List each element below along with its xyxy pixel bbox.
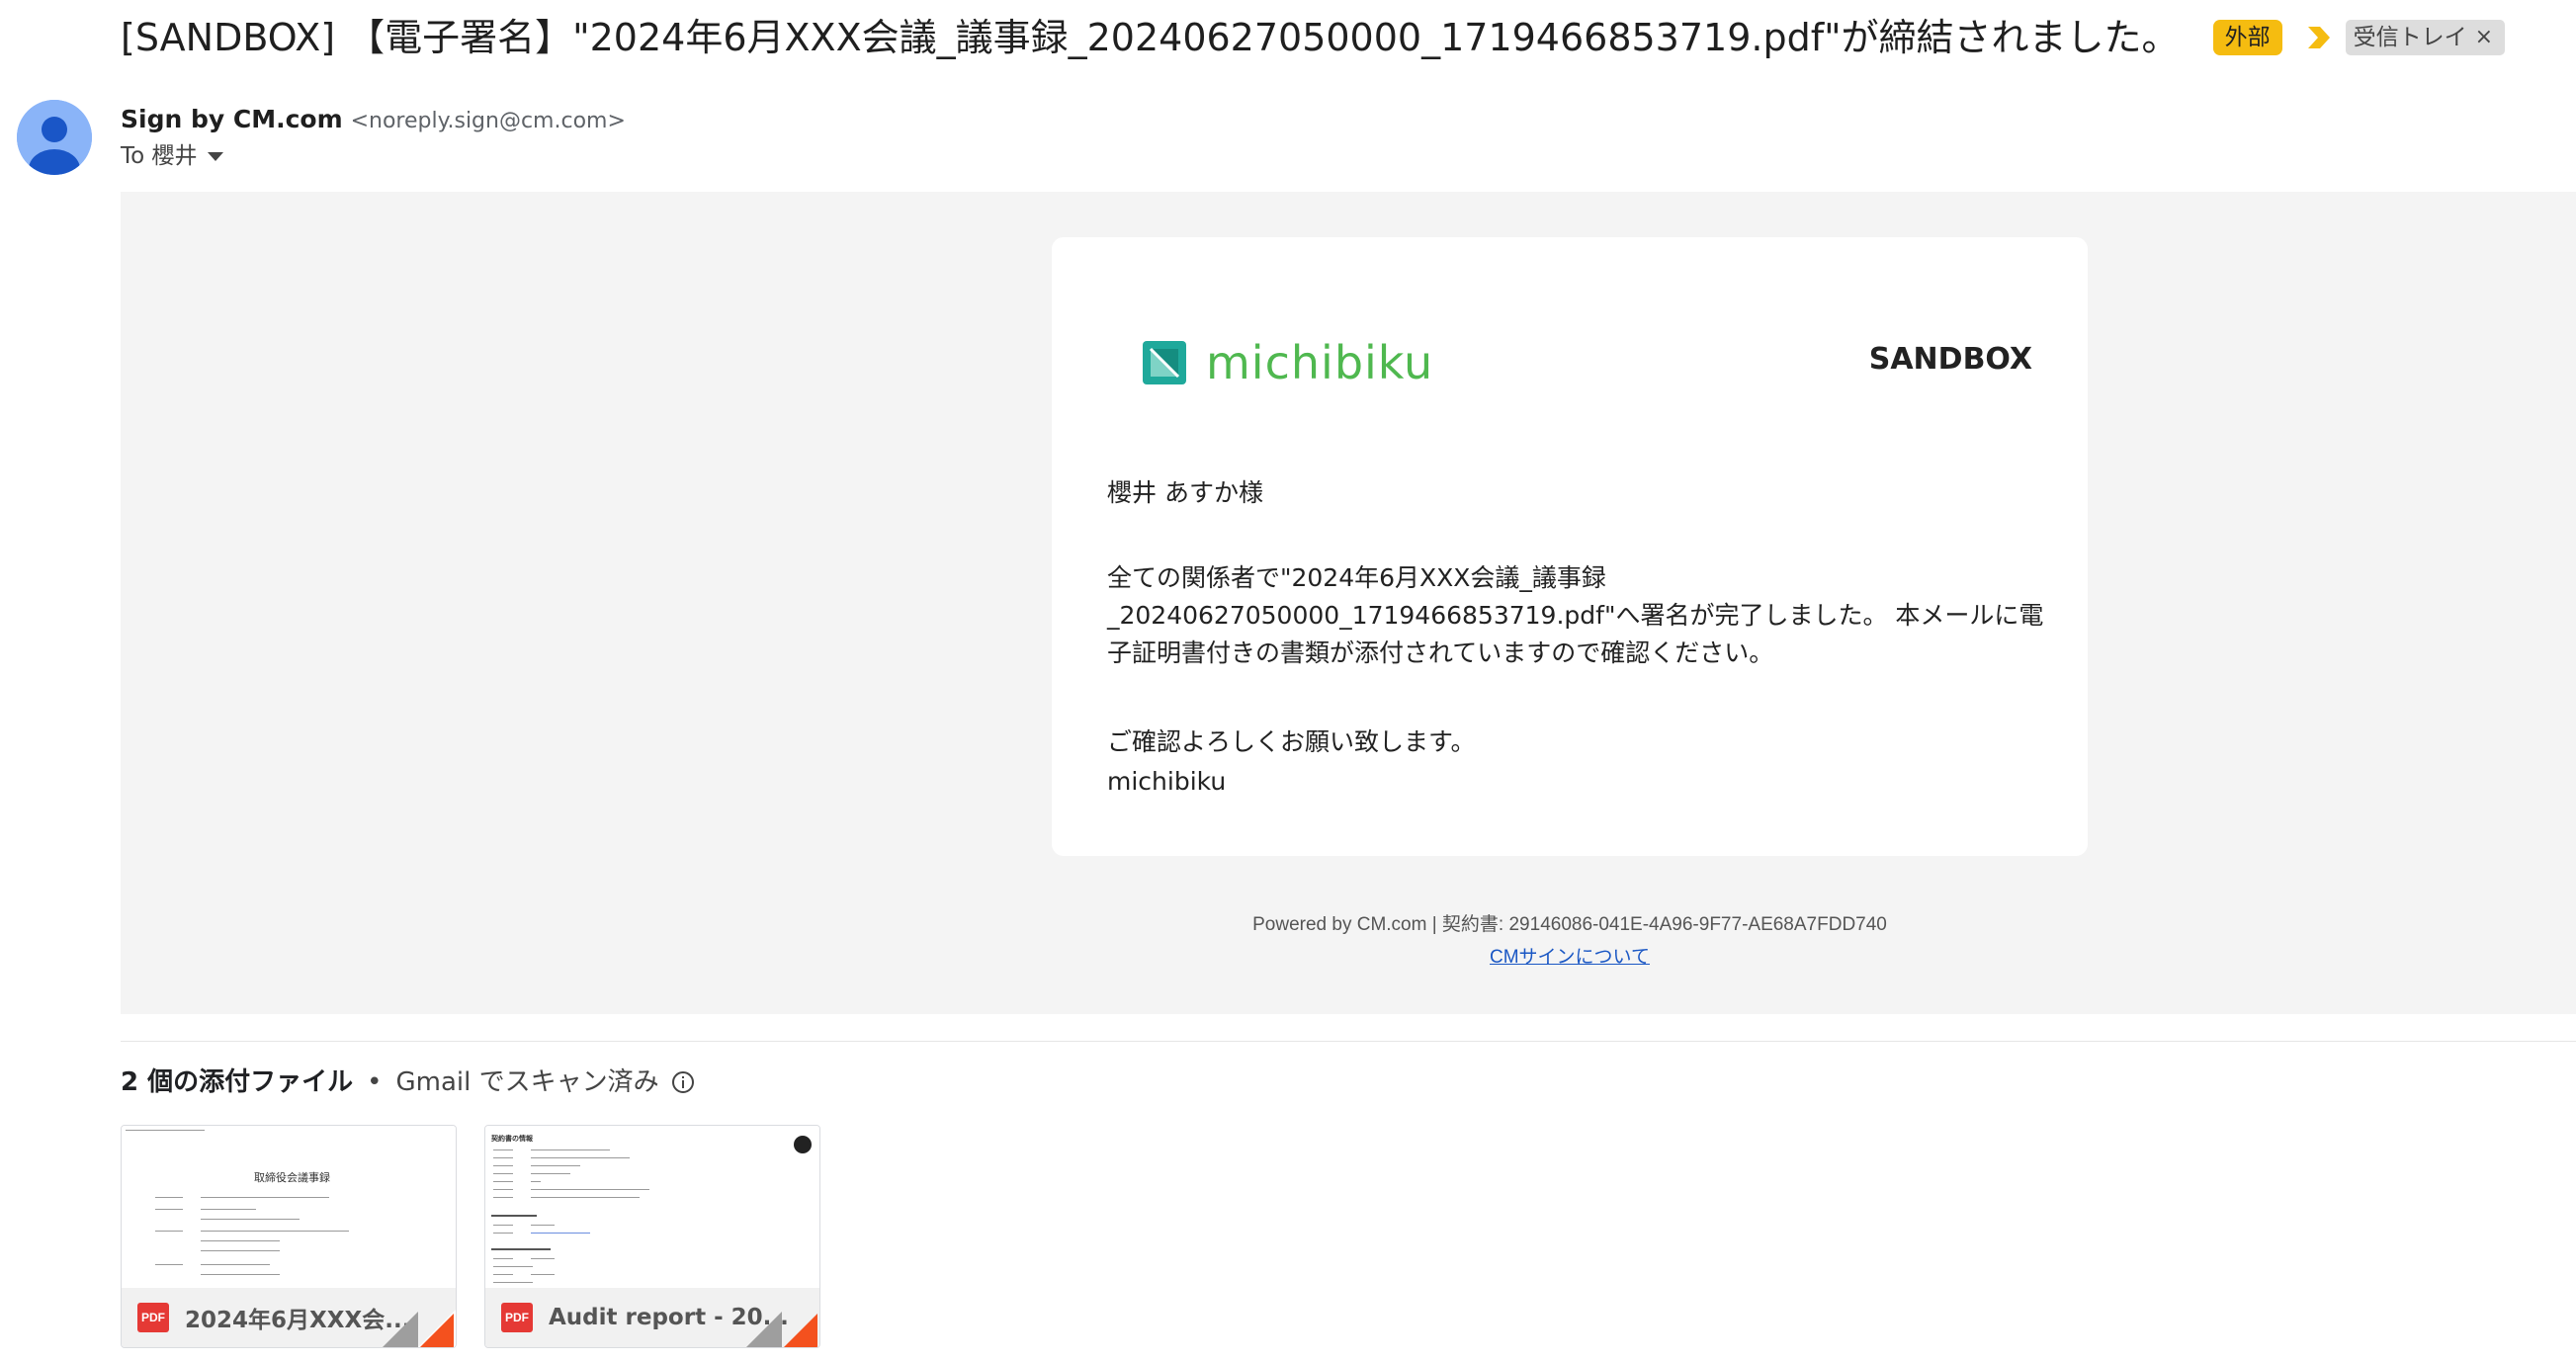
cm-sign-about-link[interactable]: CMサインについて [1052,942,2088,969]
recipient-line[interactable]: To 櫻井 [121,139,223,173]
info-icon[interactable] [671,1070,695,1094]
logo-wordmark: michibiku [1206,336,1434,389]
preview-title: 契約書の情報 [491,1135,533,1143]
attachments-header: 2 個の添付ファイル • Gmail でスキャン済み [121,1064,695,1100]
sender-name[interactable]: Sign by CM.com [121,105,343,133]
michibiku-logo-icon [1143,341,1186,384]
external-badge: 外部 [2212,20,2282,55]
email-card: michibiku SANDBOX 櫻井 あすか様 全ての関係者で"2024年6… [1052,237,2088,856]
attachment-card[interactable]: 契約書の情報 PDF Audit report - 20... [484,1125,820,1348]
closing-line: ご確認よろしくお願い致します。 [1107,727,1476,756]
attachment-preview: 取締役会議事録 [122,1126,456,1288]
sender-line: Sign by CM.com <noreply.sign@cm.com> [121,103,626,138]
greeting: 櫻井 あすか様 [1107,478,1263,507]
scan-status: Gmail でスキャン済み [395,1067,659,1097]
importance-marker-icon[interactable] [2306,23,2332,52]
preview-title: 取締役会議事録 [254,1172,330,1184]
pdf-icon: PDF [501,1303,533,1332]
sender-avatar[interactable] [17,100,92,175]
pdf-icon: PDF [137,1303,169,1332]
attachment-card[interactable]: 取締役会議事録 PDF 2024年6月XXX会... [121,1125,457,1348]
email-footer: Powered by CM.com | 契約書: 29146086-041E-4… [1052,909,2088,969]
show-details-caret-icon[interactable] [207,151,223,161]
inbox-label-chip[interactable]: 受信トレイ × [2345,20,2505,55]
default-avatar-icon [17,100,92,175]
pdf-corner-icon [383,1310,456,1347]
remove-label-button[interactable]: × [2475,22,2493,53]
attachment-preview: 契約書の情報 [485,1126,819,1288]
michibiku-logo: michibiku [1143,336,1433,389]
attachments-count: 2 個の添付ファイル [121,1067,354,1097]
inbox-label: 受信トレイ [2353,25,2467,50]
pdf-corner-icon [746,1312,817,1347]
divider [121,1041,2576,1042]
powered-by-text: Powered by CM.com | 契約書: 29146086-041E-4… [1252,914,1887,935]
separator-dot: • [367,1067,383,1097]
sandbox-label: SANDBOX [1868,342,2032,377]
body-paragraph: 全ての関係者で"2024年6月XXX会議_議事録_20240627050000_… [1107,563,2044,667]
signature: michibiku [1107,767,1227,796]
sender-email: <noreply.sign@cm.com> [350,109,626,133]
subject-row: [SANDBOX] 【電子署名】"2024年6月XXX会議_議事録_202406… [121,10,2505,65]
attachment-name: 2024年6月XXX会... [185,1308,411,1333]
recipient-label: To 櫻井 [121,143,198,169]
email-subject: [SANDBOX] 【電子署名】"2024年6月XXX会議_議事録_202406… [121,16,2180,59]
cm-logo-icon [794,1136,812,1153]
